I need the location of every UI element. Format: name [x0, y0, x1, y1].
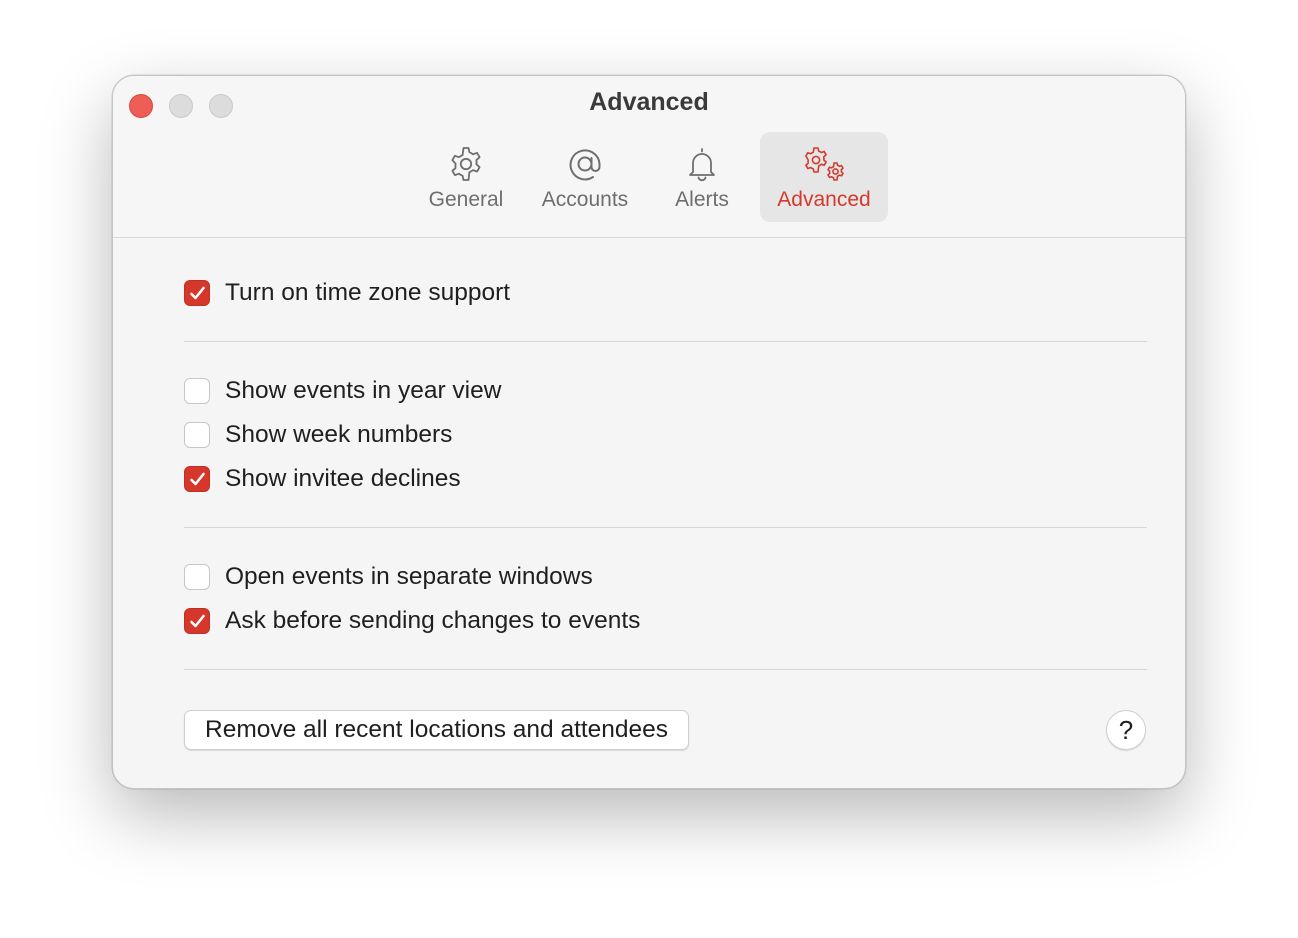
ask-before-sending-label: Ask before sending changes to events: [225, 607, 641, 634]
year-view-events-option[interactable]: Show events in year view: [184, 376, 501, 406]
checkmark-icon: [190, 472, 205, 486]
year-view-events-label: Show events in year view: [225, 377, 502, 404]
tab-advanced-label: Advanced: [777, 188, 871, 211]
separate-windows-checkbox[interactable]: [184, 564, 210, 590]
time-zone-support-option[interactable]: Turn on time zone support: [184, 278, 510, 308]
year-view-events-checkbox[interactable]: [184, 378, 210, 404]
time-zone-support-label: Turn on time zone support: [225, 279, 511, 306]
tab-general[interactable]: General: [413, 132, 519, 222]
preferences-toolbar: General Accounts Alerts Advanced: [113, 132, 1185, 224]
tab-accounts[interactable]: Accounts: [529, 132, 641, 222]
bell-icon: [689, 148, 715, 182]
invitee-declines-option[interactable]: Show invitee declines: [184, 464, 461, 494]
tab-alerts[interactable]: Alerts: [651, 132, 753, 222]
checkmark-icon: [190, 286, 205, 300]
gear-icon: [451, 147, 481, 181]
separator: [184, 341, 1147, 342]
remove-recent-locations-button[interactable]: Remove all recent locations and attendee…: [184, 710, 690, 750]
preferences-window: Advanced General Accounts Alerts Advance…: [112, 75, 1186, 789]
ask-before-sending-checkbox[interactable]: [184, 608, 210, 634]
ask-before-sending-option[interactable]: Ask before sending changes to events: [184, 606, 640, 636]
tab-alerts-label: Alerts: [675, 188, 729, 211]
invitee-declines-label: Show invitee declines: [225, 465, 461, 492]
gears-icon: [805, 147, 844, 181]
week-numbers-checkbox[interactable]: [184, 422, 210, 448]
help-button[interactable]: ?: [1106, 710, 1146, 750]
separate-windows-label: Open events in separate windows: [225, 563, 593, 590]
tab-accounts-label: Accounts: [541, 188, 629, 211]
separate-windows-option[interactable]: Open events in separate windows: [184, 562, 593, 592]
title-bar: Advanced General Accounts Alerts Advance…: [113, 76, 1185, 238]
week-numbers-option[interactable]: Show week numbers: [184, 420, 452, 450]
tab-advanced[interactable]: Advanced: [760, 132, 888, 222]
separator: [184, 527, 1147, 528]
advanced-settings-panel: Turn on time zone support Show events in…: [113, 238, 1185, 788]
at-sign-icon: [569, 149, 601, 181]
tab-general-label: General: [428, 188, 504, 211]
window-title: Advanced: [589, 88, 709, 116]
week-numbers-label: Show week numbers: [225, 421, 453, 448]
time-zone-support-checkbox[interactable]: [184, 280, 210, 306]
invitee-declines-checkbox[interactable]: [184, 466, 210, 492]
separator: [184, 669, 1147, 670]
checkmark-icon: [190, 614, 205, 628]
